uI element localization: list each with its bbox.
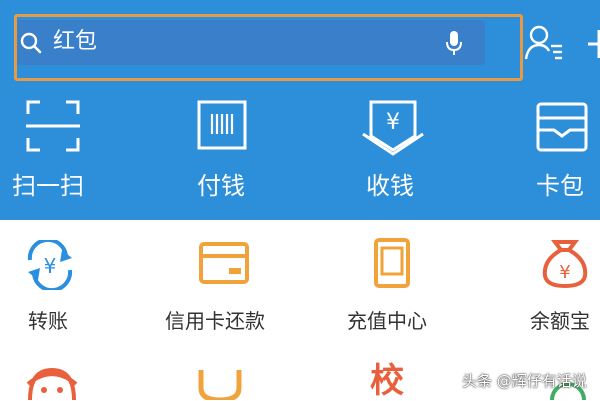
service-yuebao[interactable]: ¥ 余额宝: [525, 240, 600, 350]
quick-action-label: 扫一扫: [12, 172, 84, 200]
service-label: 余额宝: [530, 309, 590, 333]
service-label: 转账: [28, 309, 68, 333]
barcode-icon: [197, 100, 247, 150]
quick-action-receive[interactable]: ¥ 收钱: [333, 96, 453, 206]
transfer-icon: ¥: [27, 240, 73, 290]
search-bar[interactable]: 红包: [15, 20, 485, 65]
receive-money-icon: ¥: [362, 100, 424, 156]
top-header: 红包 扫一扫 付钱 ¥ 收钱 卡包: [0, 0, 600, 220]
service-label: 信用卡还款: [165, 309, 265, 333]
contacts-icon[interactable]: [524, 24, 564, 62]
service-recharge-center[interactable]: 充值中心: [342, 238, 482, 350]
credit-card-icon: [199, 242, 249, 284]
service-credit-card-repay[interactable]: 信用卡还款: [160, 240, 300, 350]
service-label: 充值中心: [347, 309, 427, 333]
face-icon[interactable]: [22, 362, 82, 400]
watermark: 头条 @辉仔有话说: [462, 372, 587, 390]
svg-text:¥: ¥: [386, 110, 400, 135]
search-icon: [20, 32, 42, 54]
quick-action-label: 卡包: [536, 172, 584, 200]
phone-recharge-icon: [374, 238, 410, 288]
quick-action-pay[interactable]: 付钱: [162, 96, 282, 206]
card-wallet-icon: [536, 102, 588, 152]
quick-action-label: 收钱: [366, 172, 414, 200]
microphone-icon[interactable]: [445, 29, 463, 57]
money-bag-icon: ¥: [542, 240, 588, 289]
service-transfer[interactable]: ¥ 转账: [10, 240, 150, 350]
svg-text:¥: ¥: [559, 262, 570, 283]
quick-action-scan[interactable]: 扫一扫: [0, 96, 120, 206]
add-icon[interactable]: [588, 26, 600, 62]
scan-icon: [26, 100, 80, 152]
quick-action-cards[interactable]: 卡包: [478, 96, 598, 206]
svg-text:¥: ¥: [44, 254, 57, 278]
quick-action-label: 付钱: [197, 172, 245, 200]
search-input-text[interactable]: 红包: [53, 28, 97, 56]
campus-icon[interactable]: 校: [370, 362, 404, 400]
cup-icon[interactable]: [195, 370, 245, 400]
